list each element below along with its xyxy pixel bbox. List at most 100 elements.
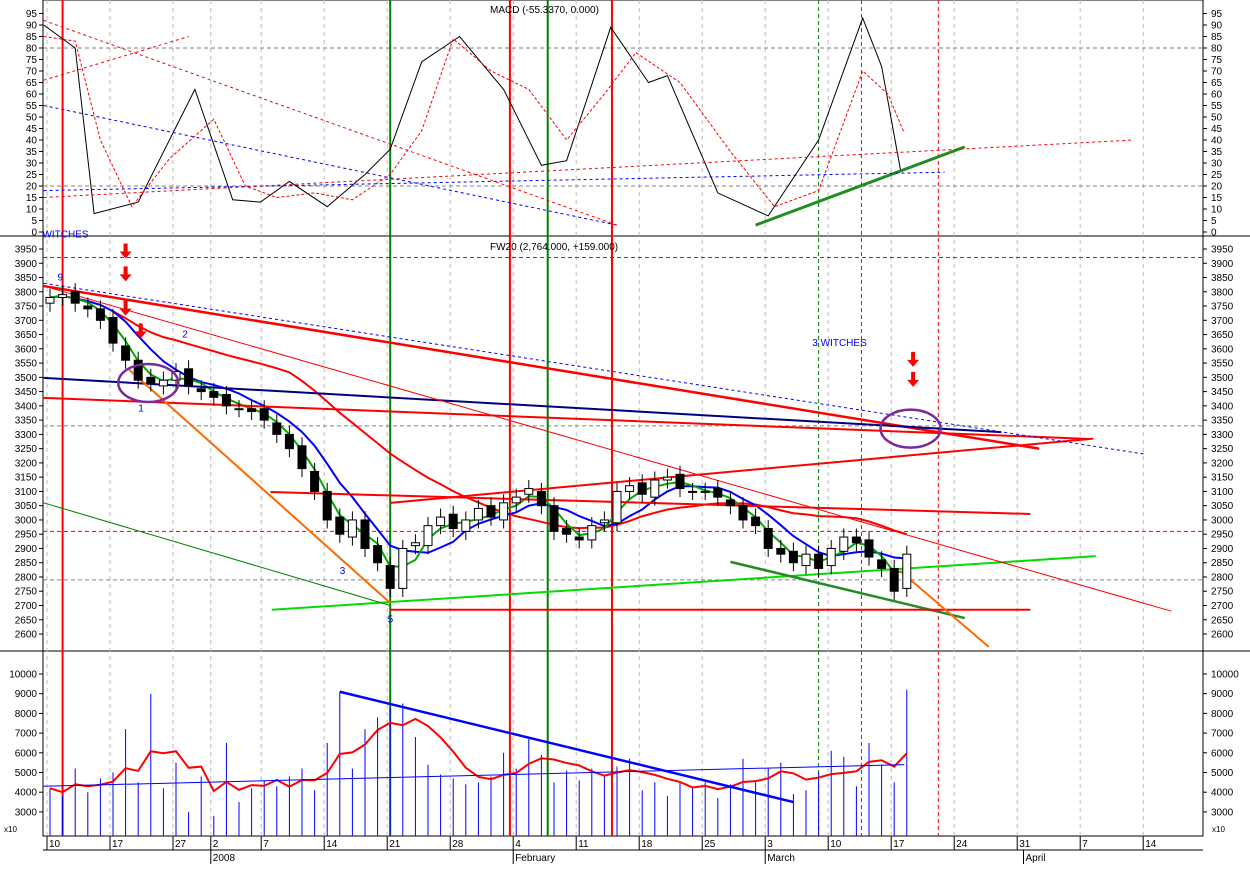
y-tick-label-left: 3350 bbox=[15, 416, 38, 427]
trendline bbox=[43, 36, 189, 81]
y-tick-label-right: 6000 bbox=[1211, 748, 1234, 759]
y-tick-label-left: 75 bbox=[26, 55, 38, 66]
x-tick-label: 21 bbox=[389, 839, 401, 850]
candle-body bbox=[662, 476, 672, 481]
candle-body bbox=[499, 502, 509, 521]
candle-body bbox=[574, 536, 584, 541]
y-tick-label-right: 2750 bbox=[1211, 587, 1234, 598]
candle-body bbox=[259, 408, 269, 421]
candle-body bbox=[196, 388, 206, 393]
annotation-label: 3 WITCHES bbox=[812, 338, 867, 349]
y-tick-label-left: 5 bbox=[31, 216, 37, 227]
y-tick-label-right: 3100 bbox=[1211, 487, 1234, 498]
x-tick-label: 31 bbox=[1019, 839, 1031, 850]
down-arrow-icon bbox=[119, 243, 132, 259]
y-tick-label-right: 15 bbox=[1211, 193, 1223, 204]
x-tick-label: 2 bbox=[213, 839, 219, 850]
y-tick-label-right: 3000 bbox=[1211, 807, 1234, 818]
y-tick-label-right: 3550 bbox=[1211, 359, 1234, 370]
y-tick-label-left: 2800 bbox=[15, 572, 38, 583]
candle-body bbox=[738, 505, 748, 521]
y-tick-label-right: 3150 bbox=[1211, 473, 1234, 484]
y-tick-label-right: 45 bbox=[1211, 124, 1223, 135]
candle-body bbox=[133, 359, 143, 381]
y-tick-label-left: 5000 bbox=[15, 768, 38, 779]
candle-body bbox=[58, 294, 68, 298]
volume-unit-label-right: x10 bbox=[1212, 825, 1225, 834]
y-tick-label-right: 85 bbox=[1211, 32, 1223, 43]
price-panel-title: FW20 (2,764.000, +159.000) bbox=[490, 242, 618, 253]
annotation-label: 2 bbox=[182, 329, 188, 340]
y-tick-label-left: 0 bbox=[31, 228, 37, 239]
annotation-label: WITCHES bbox=[42, 230, 88, 241]
month-label: 2008 bbox=[213, 853, 236, 864]
x-tick-label: 11 bbox=[578, 839, 589, 850]
y-tick-label-right: 2900 bbox=[1211, 544, 1234, 555]
y-tick-label-left: 90 bbox=[26, 21, 38, 32]
y-tick-label-right: 2600 bbox=[1211, 630, 1234, 641]
candle-body bbox=[45, 296, 55, 304]
y-tick-label-right: 3950 bbox=[1211, 245, 1234, 256]
down-arrow-icon bbox=[907, 371, 920, 387]
candle-body bbox=[247, 408, 257, 413]
candle-body bbox=[221, 393, 231, 407]
y-tick-label-right: 3800 bbox=[1211, 287, 1234, 298]
x-tick-label: 27 bbox=[175, 839, 187, 850]
y-tick-label-right: 2700 bbox=[1211, 601, 1234, 612]
y-tick-label-left: 9000 bbox=[15, 689, 38, 700]
x-tick-label: 14 bbox=[326, 839, 338, 850]
y-tick-label-right: 10000 bbox=[1211, 670, 1239, 681]
candle-body bbox=[536, 490, 546, 507]
y-tick-label-left: 95 bbox=[26, 9, 38, 20]
candle-body bbox=[234, 408, 244, 411]
month-label: February bbox=[515, 853, 555, 864]
y-tick-label-right: 20 bbox=[1211, 182, 1223, 193]
y-tick-label-right: 3200 bbox=[1211, 458, 1234, 469]
y-tick-label-right: 3900 bbox=[1211, 259, 1234, 270]
stock-chart: 10 17 27 2 7 14 21 28 4 11 18 25 3 10 17 24 31 7 142008 Feb… bbox=[0, 0, 1250, 864]
y-tick-label-left: 7000 bbox=[15, 729, 38, 740]
volume-unit-label-left: x10 bbox=[4, 825, 17, 834]
y-tick-label-left: 3000 bbox=[15, 807, 38, 818]
y-tick-label-left: 3050 bbox=[15, 501, 38, 512]
candle-body bbox=[108, 316, 118, 344]
x-tick-label: 25 bbox=[704, 839, 716, 850]
candle-body bbox=[272, 422, 282, 435]
candle-body bbox=[776, 547, 786, 555]
candle-body bbox=[322, 490, 332, 521]
y-tick-label-right: 9000 bbox=[1211, 689, 1234, 700]
candle-body bbox=[826, 547, 836, 567]
y-tick-label-left: 3750 bbox=[15, 302, 38, 313]
candle-body bbox=[788, 550, 798, 564]
candle-body bbox=[486, 505, 496, 518]
candle-body bbox=[335, 516, 345, 535]
candle-body bbox=[889, 567, 899, 592]
trendline bbox=[390, 437, 1094, 504]
y-tick-label-left: 3600 bbox=[15, 344, 38, 355]
y-tick-label-right: 3600 bbox=[1211, 344, 1234, 355]
y-tick-label-left: 3150 bbox=[15, 473, 38, 484]
candle-body bbox=[70, 291, 80, 304]
y-tick-label-left: 3100 bbox=[15, 487, 38, 498]
y-tick-label-left: 3900 bbox=[15, 259, 38, 270]
y-tick-label-right: 60 bbox=[1211, 90, 1223, 101]
down-arrow-icon bbox=[119, 266, 132, 282]
y-tick-label-left: 50 bbox=[26, 113, 38, 124]
y-tick-label-left: 2700 bbox=[15, 601, 38, 612]
candle-body bbox=[751, 516, 761, 527]
y-tick-label-left: 3500 bbox=[15, 373, 38, 384]
y-tick-label-left: 45 bbox=[26, 124, 38, 135]
y-tick-label-right: 2800 bbox=[1211, 572, 1234, 583]
candle-body bbox=[612, 490, 622, 524]
y-tick-label-left: 15 bbox=[26, 193, 38, 204]
candle-body bbox=[461, 519, 471, 532]
y-tick-label-right: 3400 bbox=[1211, 401, 1234, 412]
y-tick-label-left: 85 bbox=[26, 32, 38, 43]
trendline bbox=[43, 285, 1172, 612]
candle-body bbox=[284, 433, 294, 450]
annotation-label: 9 bbox=[58, 272, 64, 283]
macd-panel-title: MACD (-55.3370, 0.000) bbox=[490, 5, 599, 16]
y-tick-label-right: 3450 bbox=[1211, 387, 1234, 398]
y-tick-label-right: 3000 bbox=[1211, 515, 1234, 526]
y-tick-label-left: 35 bbox=[26, 147, 38, 158]
